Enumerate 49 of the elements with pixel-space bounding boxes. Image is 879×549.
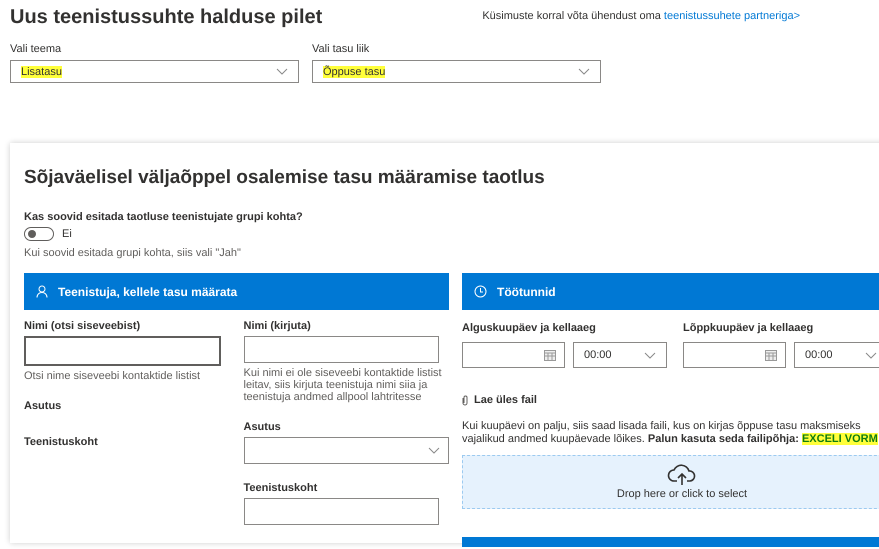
contact-text: Küsimuste korral võta ühendust oma teenistussuhete partneriga> (482, 9, 800, 24)
section-title: Teenistuja, kellele tasu määrata (58, 284, 238, 298)
partner-link[interactable]: teenistussuhete partneriga> (664, 10, 800, 22)
select-label: Vali tasu liik (312, 43, 370, 55)
chevron-down-icon (578, 68, 590, 75)
date-field[interactable] (683, 342, 786, 368)
field-hint: Otsi nime siseveebi kontaktide listist (24, 370, 202, 382)
question-label: Kas soovid esitada taotluse teenistujate grupi kohta? (24, 211, 304, 223)
file-dropzone[interactable]: Drop here or click to select (462, 455, 879, 510)
field-label: Teenistuskoht (24, 436, 99, 448)
chevron-down-icon (865, 352, 877, 358)
paperclip-icon (462, 394, 468, 406)
upload-note: Kui kuupäevi on palju, siis saad lisada faili, kus on kirjas õppuse tasu maksmiseks vajalikud andmed kuupäevade lõikes. Palun kasuta seda failipõhja: EXCELI VORM (462, 420, 879, 446)
template-link[interactable]: EXCELI VORM (802, 432, 878, 445)
calendar-icon (544, 350, 556, 360)
chevron-down-icon (644, 352, 656, 358)
section-title: Töötunnid (497, 284, 556, 298)
chevron-down-icon (428, 447, 440, 454)
select-value: Lisatasu (21, 66, 62, 78)
text-field[interactable] (244, 336, 438, 363)
field-label: Asutus (244, 421, 282, 434)
time-dropdown[interactable]: 00:00 (573, 342, 667, 368)
text-field[interactable] (24, 336, 221, 366)
field-label: Nimi (otsi siseveebist) (24, 320, 142, 332)
form-title: Sõjaväelisel väljaõppel osalemise tasu määramise taotlus (24, 167, 546, 189)
field-hint: Kui nimi ei ole siseveebi kontaktide listist leitav, siis kirjuta teenistuja nimi siia ja teenistuja andmed allpool lahtritesse (244, 367, 443, 404)
text-field[interactable] (244, 498, 438, 526)
clock-icon (474, 285, 487, 298)
date-field[interactable] (462, 342, 565, 368)
select-dropdown[interactable]: Õppuse tasu (312, 60, 601, 83)
time-dropdown[interactable]: 00:00 (794, 342, 879, 368)
toggle-switch[interactable] (24, 227, 54, 241)
field-label: Teenistuskoht (244, 482, 318, 494)
calendar-icon (765, 350, 777, 360)
field-label: Asutus (24, 400, 62, 412)
field-label: Lõppkuupäev ja kellaaeg (683, 322, 814, 334)
person-icon (36, 285, 48, 298)
select-label: Vali teema (10, 43, 62, 55)
chevron-down-icon (276, 68, 288, 75)
select-value: Õppuse tasu (323, 66, 386, 78)
upload-label: Lae üles fail (474, 394, 537, 406)
cloud-upload-icon (667, 464, 697, 486)
dropdown-field[interactable] (244, 437, 449, 464)
toggle-label: Ei (62, 228, 72, 240)
select-dropdown[interactable]: Lisatasu (10, 60, 299, 83)
field-label: Alguskuupäev ja kellaaeg (462, 322, 597, 334)
page-title: Uus teenistussuhte halduse pilet (10, 6, 322, 29)
question-hint: Kui soovid esitada grupi kohta, siis vali "Jah" (24, 247, 242, 259)
field-label: Nimi (kirjuta) (244, 320, 312, 332)
